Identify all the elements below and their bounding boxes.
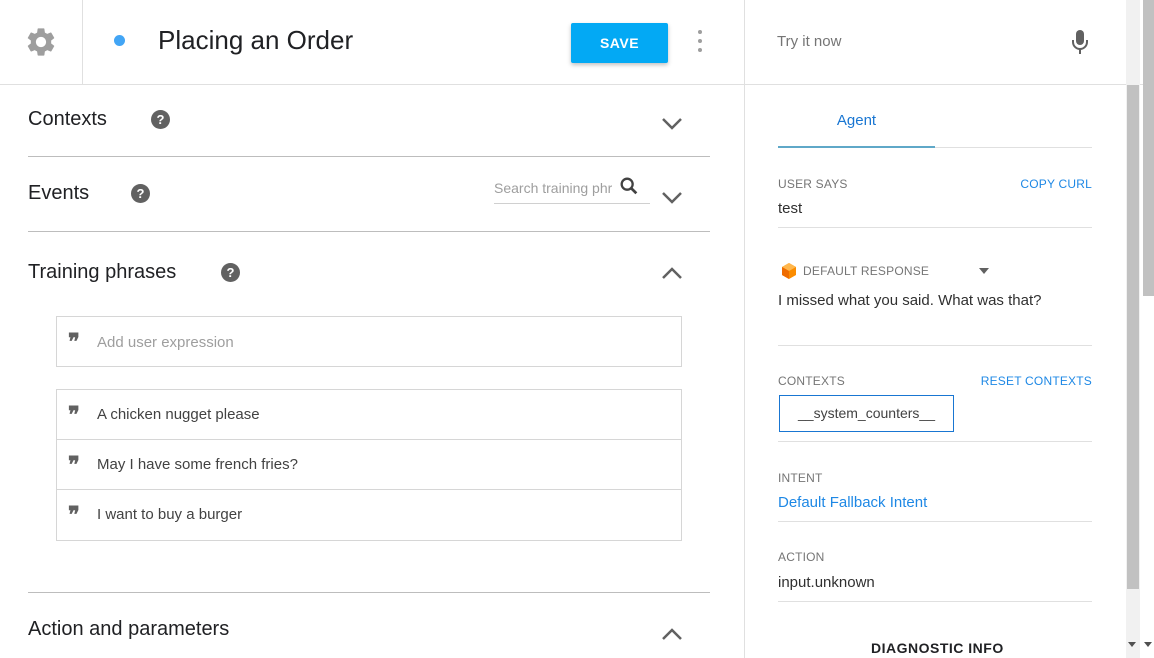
add-user-expression-input[interactable]: [97, 331, 657, 353]
page-title: Placing an Order: [158, 25, 354, 55]
contexts-label: CONTEXTS: [778, 374, 845, 388]
panel-divider: [778, 345, 1092, 346]
context-chip[interactable]: __system_counters__: [779, 395, 954, 432]
training-phrases-list: ❞ A chicken nugget please ❞ May I have s…: [56, 389, 682, 541]
panel-divider: [778, 441, 1092, 442]
intent-header: Placing an Order SAVE: [83, 0, 744, 85]
contexts-section-title[interactable]: Contexts: [28, 108, 107, 131]
page-scroll-down-arrow[interactable]: [1144, 642, 1152, 647]
settings-rail: [0, 0, 83, 85]
default-response-value: I missed what you said. What was that?: [778, 292, 1042, 309]
chevron-down-icon[interactable]: [661, 191, 683, 205]
panel-divider: [778, 601, 1092, 602]
cube-icon: [782, 263, 796, 279]
list-item[interactable]: ❞ I want to buy a burger: [57, 490, 681, 540]
dialogflow-intent-editor: Placing an Order SAVE Contexts ? Events …: [0, 0, 1154, 658]
page-scrollbar[interactable]: [1143, 0, 1154, 296]
action-parameters-section-title[interactable]: Action and parameters: [28, 618, 229, 641]
copy-curl-link[interactable]: COPY CURL: [1020, 177, 1092, 191]
gear-icon[interactable]: [24, 25, 58, 59]
chevron-down-icon[interactable]: [661, 117, 683, 131]
intent-editor-body: Contexts ? Events ? Training phrases ? ❞…: [0, 85, 744, 658]
training-search: [494, 172, 650, 204]
tab-underline: [935, 147, 1092, 148]
user-says-label: USER SAYS: [778, 177, 848, 191]
diagnostic-info-button[interactable]: DIAGNOSTIC INFO: [871, 640, 1004, 656]
test-console: Agent USER SAYS COPY CURL test DEFAULT R…: [744, 0, 1154, 658]
intent-link[interactable]: Default Fallback Intent: [778, 494, 927, 511]
events-help-icon[interactable]: ?: [131, 184, 150, 203]
quote-icon: ❞: [68, 329, 80, 355]
chevron-up-icon[interactable]: [661, 627, 683, 641]
training-help-icon[interactable]: ?: [221, 263, 240, 282]
list-item[interactable]: ❞ A chicken nugget please: [57, 390, 681, 440]
contexts-help-icon[interactable]: ?: [151, 110, 170, 129]
try-it-input[interactable]: [777, 30, 1057, 52]
list-item[interactable]: ❞ May I have some french fries?: [57, 440, 681, 490]
intent-label: INTENT: [778, 471, 823, 485]
section-divider: [28, 231, 710, 232]
status-dot: [114, 35, 125, 46]
search-icon[interactable]: [618, 175, 640, 197]
quote-icon: ❞: [68, 402, 80, 428]
try-it-bar: [745, 0, 1143, 85]
tab-agent[interactable]: Agent: [778, 110, 935, 148]
training-phrase-text[interactable]: I want to buy a burger: [97, 506, 242, 523]
scrollbar[interactable]: [1127, 85, 1139, 589]
training-phrase-text[interactable]: May I have some french fries?: [97, 456, 298, 473]
scroll-down-arrow[interactable]: [1128, 642, 1136, 647]
events-section-title[interactable]: Events: [28, 182, 89, 205]
add-expression-box: ❞: [56, 316, 682, 367]
more-options-icon[interactable]: [695, 30, 705, 52]
chevron-up-icon[interactable]: [661, 266, 683, 280]
section-divider: [28, 592, 710, 593]
panel-divider: [778, 227, 1092, 228]
panel-divider: [778, 521, 1092, 522]
action-value: input.unknown: [778, 574, 875, 591]
tab-agent-label: Agent: [836, 112, 877, 129]
training-search-input[interactable]: [494, 178, 612, 198]
action-label: ACTION: [778, 550, 825, 564]
quote-icon: ❞: [68, 452, 80, 478]
training-phrases-section-title[interactable]: Training phrases: [28, 261, 176, 284]
microphone-icon[interactable]: [1070, 29, 1090, 55]
training-phrase-text[interactable]: A chicken nugget please: [97, 406, 260, 423]
save-button[interactable]: SAVE: [571, 23, 668, 63]
default-response-label: DEFAULT RESPONSE: [803, 264, 930, 278]
quote-icon: ❞: [68, 502, 80, 528]
section-divider: [28, 156, 710, 157]
chevron-down-icon[interactable]: [979, 268, 989, 274]
user-says-value: test: [778, 200, 803, 217]
reset-contexts-link[interactable]: RESET CONTEXTS: [981, 374, 1092, 388]
add-expression-row: ❞: [57, 317, 681, 367]
